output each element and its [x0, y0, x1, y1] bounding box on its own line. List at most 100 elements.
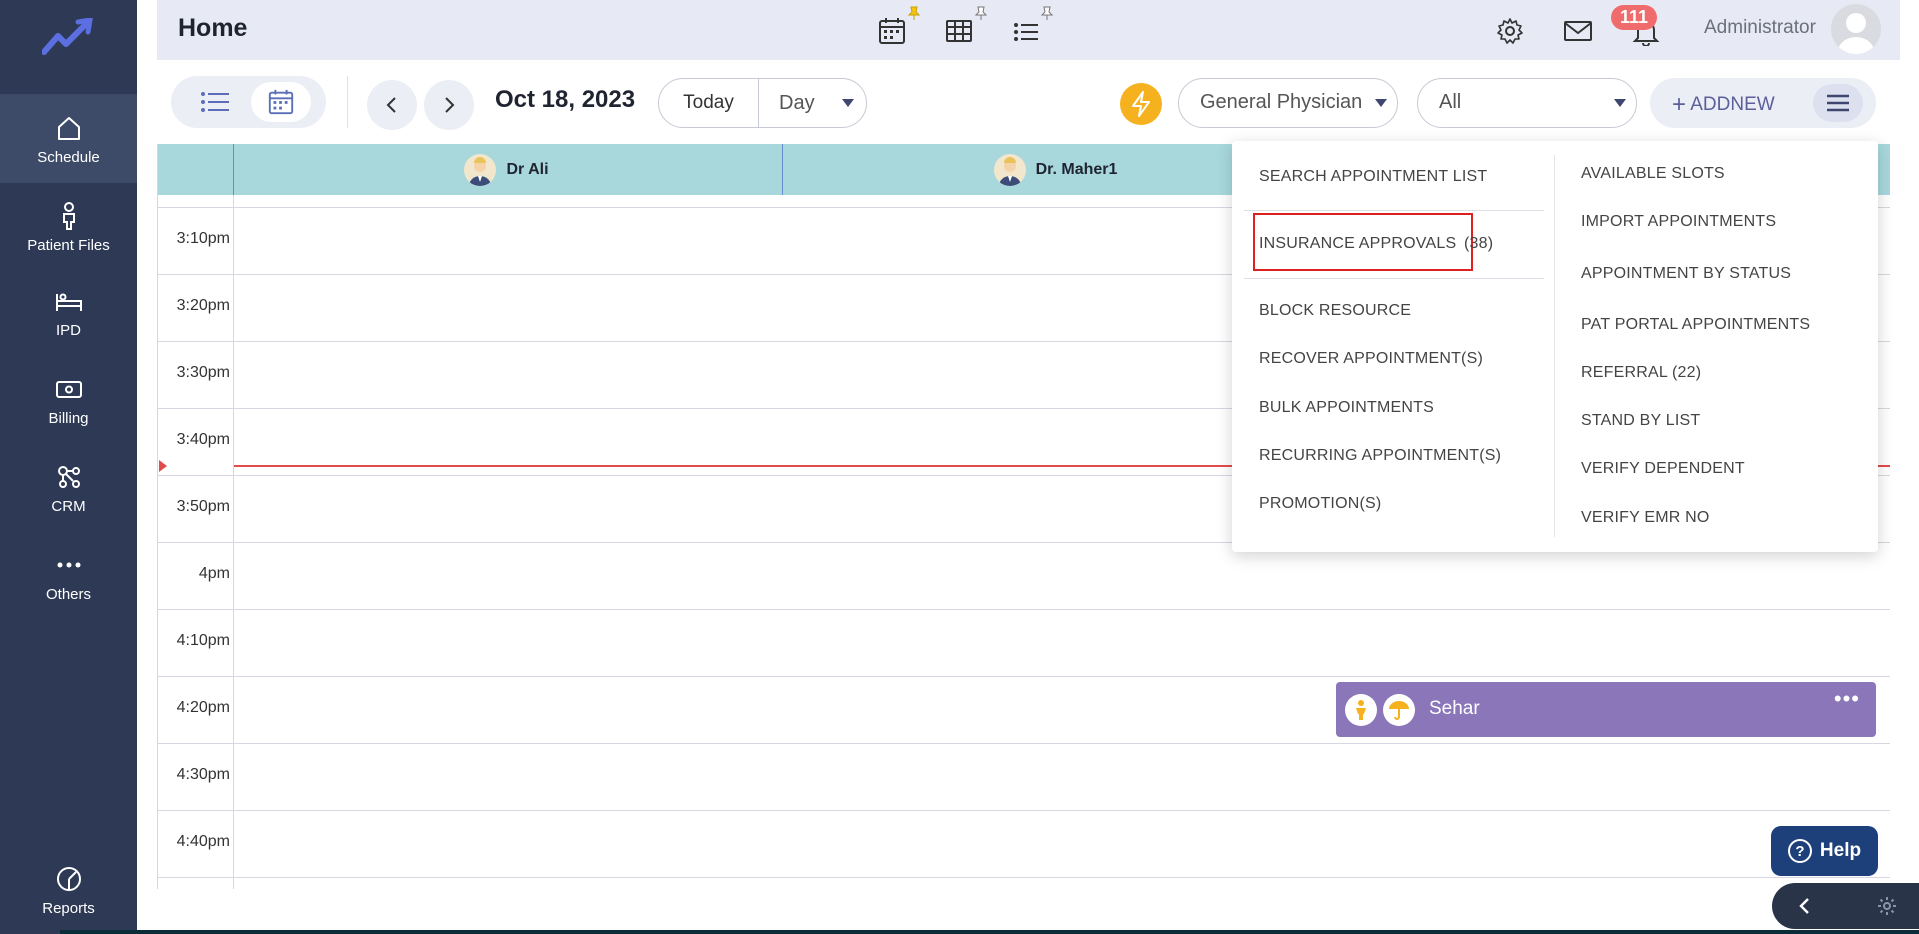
menu-item-referral[interactable]: REFERRAL (22)	[1581, 364, 1701, 382]
menu-item-stand-by-list[interactable]: STAND BY LIST	[1581, 412, 1700, 430]
caret-down-icon	[1375, 99, 1387, 107]
logo-icon[interactable]	[42, 18, 94, 58]
time-slot-row[interactable]: 4:40pm	[158, 810, 1890, 877]
filter-select[interactable]: All	[1417, 78, 1637, 128]
menu-icon	[1827, 94, 1849, 112]
view-toggle	[171, 76, 326, 128]
add-new-group: + ADDNEW	[1650, 78, 1876, 128]
plus-icon: +	[1672, 91, 1687, 118]
caret-down-icon	[842, 99, 854, 107]
time-label: 3:40pm	[176, 431, 230, 448]
notification-badge[interactable]: 111	[1611, 5, 1658, 30]
bolt-button[interactable]	[1120, 83, 1162, 125]
list-view-button[interactable]	[185, 82, 245, 122]
time-slot-row[interactable]: 4:30pm	[158, 743, 1890, 810]
top-header: Home 111 Administrator	[157, 0, 1900, 60]
time-label: 3:30pm	[176, 364, 230, 381]
sidebar-item-label: Schedule	[37, 149, 100, 166]
bolt-icon	[1132, 91, 1150, 117]
doctor-avatar	[464, 153, 497, 186]
sidebar-item-billing[interactable]: Billing	[0, 356, 137, 444]
today-button[interactable]: Today	[659, 79, 759, 127]
sidebar: Schedule Patient Files IPD Billing CRM O…	[0, 0, 137, 934]
menu-item-verify-emr-no[interactable]: VERIFY EMR NO	[1581, 509, 1710, 527]
current-time-marker	[159, 460, 167, 472]
mail-icon[interactable]	[1563, 16, 1593, 46]
time-label: 4:10pm	[176, 632, 230, 649]
sidebar-item-patient-files[interactable]: Patient Files	[0, 183, 137, 271]
reports-icon	[56, 867, 81, 891]
menu-item-bulk-appointments[interactable]: BULK APPOINTMENTS	[1259, 399, 1434, 417]
chevron-left-icon	[386, 97, 396, 113]
avatar[interactable]	[1831, 4, 1881, 54]
sidebar-item-others[interactable]: Others	[0, 532, 137, 620]
appointment-card[interactable]: Sehar •••	[1336, 682, 1876, 737]
menu-item-count: (38)	[1464, 235, 1494, 252]
menu-item-promotions[interactable]: PROMOTION(S)	[1259, 495, 1381, 513]
calendar-icon[interactable]	[877, 16, 907, 46]
doctor-avatar	[993, 153, 1026, 186]
list-icon	[201, 92, 229, 112]
calendar-view-button[interactable]	[251, 82, 311, 122]
view-select[interactable]: Day	[759, 79, 867, 127]
filter-select-value: All	[1439, 91, 1462, 113]
billing-icon	[55, 381, 82, 398]
toolbar-divider	[347, 76, 348, 128]
time-label: 4pm	[198, 565, 230, 582]
menu-item-verify-dependent[interactable]: VERIFY DEPENDENT	[1581, 460, 1745, 478]
schedule-toolbar: Oct 18, 2023 Today Day General Physician…	[157, 60, 1900, 144]
time-label: 4:30pm	[176, 766, 230, 783]
menu-divider	[1244, 278, 1544, 279]
doctor-column-header[interactable]: Dr Ali	[234, 144, 779, 195]
bottom-border	[60, 930, 1919, 934]
menu-item-label: INSURANCE APPROVALS	[1259, 235, 1457, 252]
menu-item-recurring-appointments[interactable]: RECURRING APPOINTMENT(S)	[1259, 447, 1501, 465]
menu-item-appointment-by-status[interactable]: APPOINTMENT BY STATUS	[1581, 265, 1791, 283]
time-label: 3:50pm	[176, 498, 230, 515]
menu-item-block-resource[interactable]: BLOCK RESOURCE	[1259, 302, 1411, 320]
view-select-value: Day	[779, 92, 815, 114]
sidebar-item-schedule[interactable]: Schedule	[0, 95, 137, 183]
next-date-button[interactable]	[424, 80, 474, 130]
gear-icon[interactable]	[1495, 16, 1525, 46]
pin-icon[interactable]	[908, 6, 920, 20]
menu-item-recover-appointments[interactable]: RECOVER APPOINTMENT(S)	[1259, 350, 1483, 368]
menu-divider	[1244, 210, 1544, 211]
caret-down-icon	[1614, 99, 1626, 107]
menu-item-import-appointments[interactable]: IMPORT APPOINTMENTS	[1581, 213, 1776, 231]
help-icon: ?	[1787, 839, 1812, 863]
menu-item-available-slots[interactable]: AVAILABLE SLOTS	[1581, 165, 1725, 183]
time-slot-row[interactable]: 4:10pm	[158, 609, 1890, 676]
user-name[interactable]: Administrator	[1704, 17, 1816, 39]
more-icon	[57, 562, 80, 568]
menu-item-search-appointment-list[interactable]: SEARCH APPOINTMENT LIST	[1259, 168, 1487, 186]
today-day-group: Today Day	[658, 78, 867, 128]
sidebar-item-crm[interactable]: CRM	[0, 444, 137, 532]
sidebar-item-reports[interactable]: Reports	[0, 846, 137, 934]
time-slot-row[interactable]: 4pm	[158, 542, 1890, 609]
menu-item-pat-portal-appointments[interactable]: PAT PORTAL APPOINTMENTS	[1581, 316, 1810, 334]
pin-icon[interactable]	[1041, 6, 1053, 20]
doctor-name: Dr. Maher1	[1035, 160, 1118, 178]
time-label: 3:10pm	[176, 230, 230, 247]
child-icon	[1345, 694, 1377, 726]
bottom-panel-toggle[interactable]	[1772, 883, 1919, 929]
prev-date-button[interactable]	[367, 80, 417, 130]
appointment-patient-name: Sehar	[1429, 698, 1480, 719]
calendar-icon	[268, 89, 294, 115]
list-icon[interactable]	[1011, 16, 1041, 46]
chevron-left-icon[interactable]	[1798, 897, 1812, 915]
add-new-button[interactable]: + ADDNEW	[1672, 91, 1775, 119]
menu-button[interactable]	[1813, 84, 1863, 122]
sidebar-item-label: Reports	[42, 900, 95, 917]
help-button[interactable]: ? Help	[1771, 826, 1878, 876]
sidebar-item-ipd[interactable]: IPD	[0, 268, 137, 356]
add-new-label: ADDNEW	[1690, 94, 1775, 115]
person-icon	[62, 202, 75, 230]
menu-item-insurance-approvals[interactable]: INSURANCE APPROVALS (38)	[1259, 235, 1493, 253]
gear-icon[interactable]	[1877, 896, 1897, 916]
grid-icon[interactable]	[944, 16, 974, 46]
specialty-select[interactable]: General Physician	[1178, 78, 1398, 128]
pin-icon[interactable]	[975, 6, 987, 20]
appointment-menu-icon[interactable]: •••	[1834, 686, 1860, 712]
